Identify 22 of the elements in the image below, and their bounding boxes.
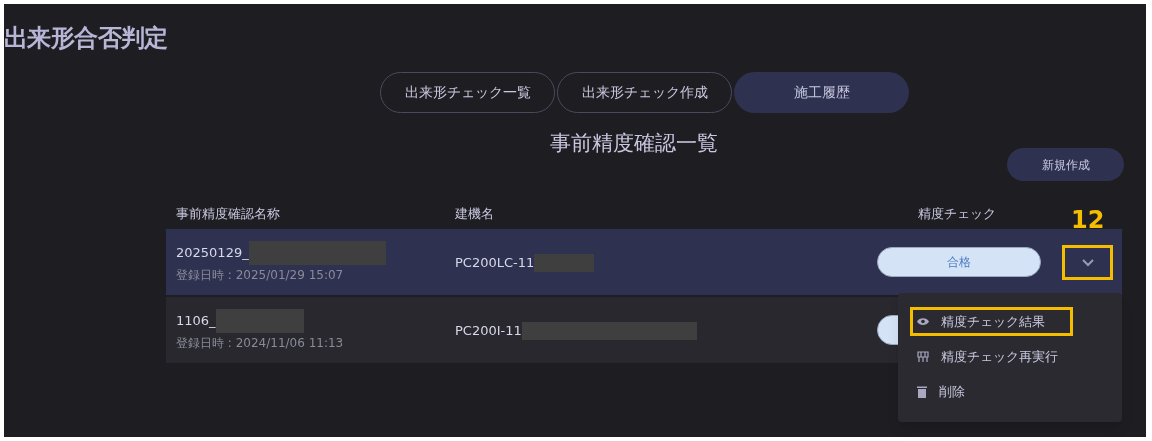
column-header: 精度チェック bbox=[918, 205, 996, 223]
page-title: 出来形合否判定 bbox=[4, 23, 168, 54]
trash-icon bbox=[917, 385, 927, 398]
menu-item[interactable]: 削除 bbox=[910, 377, 1110, 406]
section-title: 事前精度確認一覧 bbox=[550, 130, 718, 157]
new-button[interactable]: 新規作成 bbox=[1007, 148, 1124, 181]
machine-name: PC200LC-11 bbox=[455, 254, 535, 272]
column-header: 事前精度確認名称 bbox=[176, 205, 280, 223]
menu-item[interactable]: 精度チェック結果 bbox=[910, 307, 1073, 336]
tab[interactable]: 施工履歴 bbox=[734, 72, 909, 113]
table-row[interactable]: 20250129_ 登録日時 : 2025/01/29 15:07 PC200LC-11 合格 bbox=[166, 229, 1122, 295]
grid-icon bbox=[917, 350, 929, 363]
record-name: 1106_ bbox=[176, 312, 216, 331]
machine-name: PC200I-11 bbox=[455, 322, 522, 340]
column-header: 建機名 bbox=[455, 205, 494, 223]
expand-button[interactable] bbox=[1062, 245, 1113, 280]
record-name: 20250129_ bbox=[176, 244, 249, 263]
pass-button[interactable]: 合格 bbox=[877, 247, 1041, 277]
eye-icon bbox=[917, 317, 929, 326]
registered-date: 登録日時 : 2025/01/29 15:07 bbox=[176, 267, 344, 284]
registered-date: 登録日時 : 2024/11/06 11:13 bbox=[176, 335, 344, 352]
chevron-down-icon bbox=[1081, 258, 1094, 267]
